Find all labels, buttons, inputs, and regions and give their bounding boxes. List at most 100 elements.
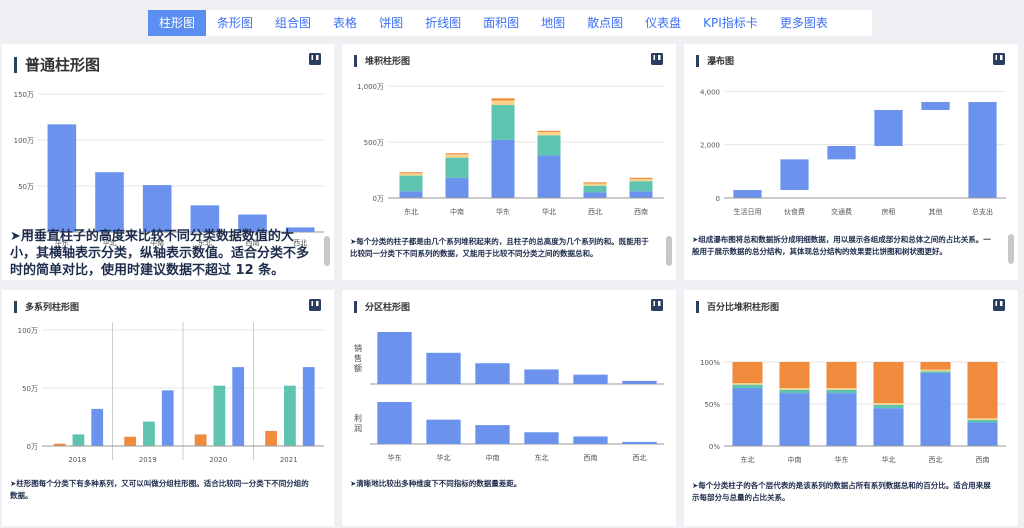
card-stacked-column: 堆积柱形图 0万 500万 1,000万 东北 中南 华东 华北 西北 西南 ➤每个分类的柱子都… <box>342 44 676 280</box>
bar <box>142 185 172 232</box>
partition-label: 润 <box>354 423 362 433</box>
y-tick-label: 2,000 <box>700 142 720 150</box>
card-description: ➤清晰地比较出多种维度下不同指标的数据量差距。 <box>350 479 522 488</box>
bar <box>475 425 510 444</box>
card-description: ➤用垂直柱子的高度来比较不同分类数据数值的大小，其横轴表示分类，纵轴表示数值。适… <box>10 229 310 278</box>
tab-9[interactable]: 仪表盘 <box>634 10 692 36</box>
scrollbar[interactable] <box>666 236 672 266</box>
bar-segment <box>629 181 653 192</box>
card-description: ➤柱形图每个分类下有多种系列，又可以叫做分组柱形图。适合比较同一分类下不同分组的… <box>10 479 309 500</box>
tab-10[interactable]: KPI指标卡 <box>692 10 769 36</box>
y-tick-label: 0万 <box>373 195 384 203</box>
x-tick-label: 交通费 <box>831 207 852 216</box>
card-title: 多系列柱形图 <box>14 300 79 313</box>
tab-8[interactable]: 散点图 <box>576 10 634 36</box>
y-tick-label: 100% <box>700 359 720 367</box>
x-tick-label: 西南 <box>584 453 598 462</box>
bar <box>124 436 136 446</box>
x-tick-label: 其他 <box>929 207 943 216</box>
bar-segment <box>779 388 810 390</box>
bar <box>733 190 762 198</box>
bar <box>874 110 903 146</box>
card-title-text: 多系列柱形图 <box>25 303 80 313</box>
y-tick-label: 50万 <box>22 385 38 393</box>
bar <box>426 352 461 384</box>
tab-11[interactable]: 更多图表 <box>769 10 839 36</box>
card-title-text: 堆积柱形图 <box>365 57 411 67</box>
bar-segment <box>583 182 607 184</box>
x-tick-label: 西北 <box>588 208 602 216</box>
tab-5[interactable]: 折线图 <box>414 10 472 36</box>
bar-segment <box>537 135 561 156</box>
bar-segment <box>445 157 469 178</box>
x-tick-label: 西南 <box>976 455 990 464</box>
bar-segment <box>967 362 998 419</box>
x-tick-label: 2021 <box>280 456 298 464</box>
bar-segment <box>826 388 857 390</box>
bar-segment <box>537 131 561 136</box>
bar-segment <box>967 419 998 423</box>
bar <box>622 380 657 384</box>
tab-4[interactable]: 饼图 <box>368 10 414 36</box>
book-icon[interactable] <box>650 52 664 66</box>
tab-6[interactable]: 面积图 <box>472 10 530 36</box>
tab-3[interactable]: 表格 <box>322 10 368 36</box>
x-tick-label: 中南 <box>450 207 464 216</box>
chart-type-tabbar: 柱形图 条形图 组合图 表格 饼图 折线图 面积图 地图 散点图 仪表盘 KPI指标卡 更多图表 <box>148 10 872 36</box>
book-icon[interactable] <box>992 298 1006 312</box>
bar <box>265 430 277 446</box>
card-multi-series-column: 多系列柱形图 0万 50万 100万 2018 2019 2020 2021 ➤柱形图每个分… <box>2 290 334 526</box>
tab-0[interactable]: 柱形图 <box>148 10 207 36</box>
bar-segment <box>732 383 763 385</box>
bar-segment <box>583 183 607 186</box>
x-tick-label: 东北 <box>404 207 418 216</box>
x-tick-label: 总支出 <box>972 207 993 216</box>
bar-segment <box>920 362 951 370</box>
bar <box>921 102 950 110</box>
bar <box>377 332 412 384</box>
x-tick-label: 中南 <box>486 453 500 462</box>
x-tick-label: 华东 <box>388 453 402 462</box>
bar-segment <box>399 175 423 192</box>
bar <box>232 367 245 446</box>
bar-segment <box>967 418 998 420</box>
bar-segment <box>629 178 653 182</box>
card-basic-column: 普通柱形图 0万 50万 100万 150万 华东 华北 中南 东北 西南 西北 ➤用垂直柱子的高… <box>2 44 334 280</box>
x-tick-label: 生活日用 <box>734 207 762 216</box>
x-tick-label: 中南 <box>788 455 802 464</box>
bar-segment <box>629 191 653 198</box>
bar-segment <box>873 404 904 409</box>
card-title: 普通柱形图 <box>14 54 100 75</box>
card-title-text: 瀑布图 <box>707 57 735 67</box>
bar-segment <box>920 371 951 373</box>
bar <box>302 367 315 446</box>
bar <box>72 434 85 446</box>
bar-segment <box>873 408 904 446</box>
card-title: 分区柱形图 <box>354 300 410 313</box>
book-icon[interactable] <box>308 298 322 312</box>
tab-2[interactable]: 组合图 <box>264 10 322 36</box>
card-percent-stacked-column: 百分比堆积柱形图 0% 50% 100% 东北 中南 华东 华北 西北 西南 ➤每个分类柱子的各… <box>684 290 1018 526</box>
bar <box>47 124 77 232</box>
book-icon[interactable] <box>650 298 664 312</box>
scrollbar[interactable] <box>324 236 330 266</box>
x-tick-label: 华北 <box>542 207 556 216</box>
card-title: 瀑布图 <box>696 54 734 67</box>
bar-segment <box>873 403 904 405</box>
partition-label: 销 <box>354 343 362 353</box>
bar <box>377 402 412 444</box>
tab-7[interactable]: 地图 <box>530 10 576 36</box>
x-tick-label: 西南 <box>634 207 648 216</box>
y-tick-label: 0% <box>709 443 720 451</box>
x-tick-label: 华东 <box>496 207 510 216</box>
bar-segment <box>399 173 423 176</box>
bar-segment <box>779 362 810 389</box>
bar <box>573 374 608 384</box>
book-icon[interactable] <box>992 52 1006 66</box>
book-icon[interactable] <box>308 52 322 66</box>
card-description: ➤每个分类的柱子都是由几个系列堆积起来的，且柱子的总高度为几个系列的和。既能用于… <box>350 237 649 258</box>
bar <box>95 172 124 232</box>
scrollbar[interactable] <box>1008 234 1014 264</box>
tab-1[interactable]: 条形图 <box>206 10 264 36</box>
y-tick-label: 50% <box>704 401 720 409</box>
